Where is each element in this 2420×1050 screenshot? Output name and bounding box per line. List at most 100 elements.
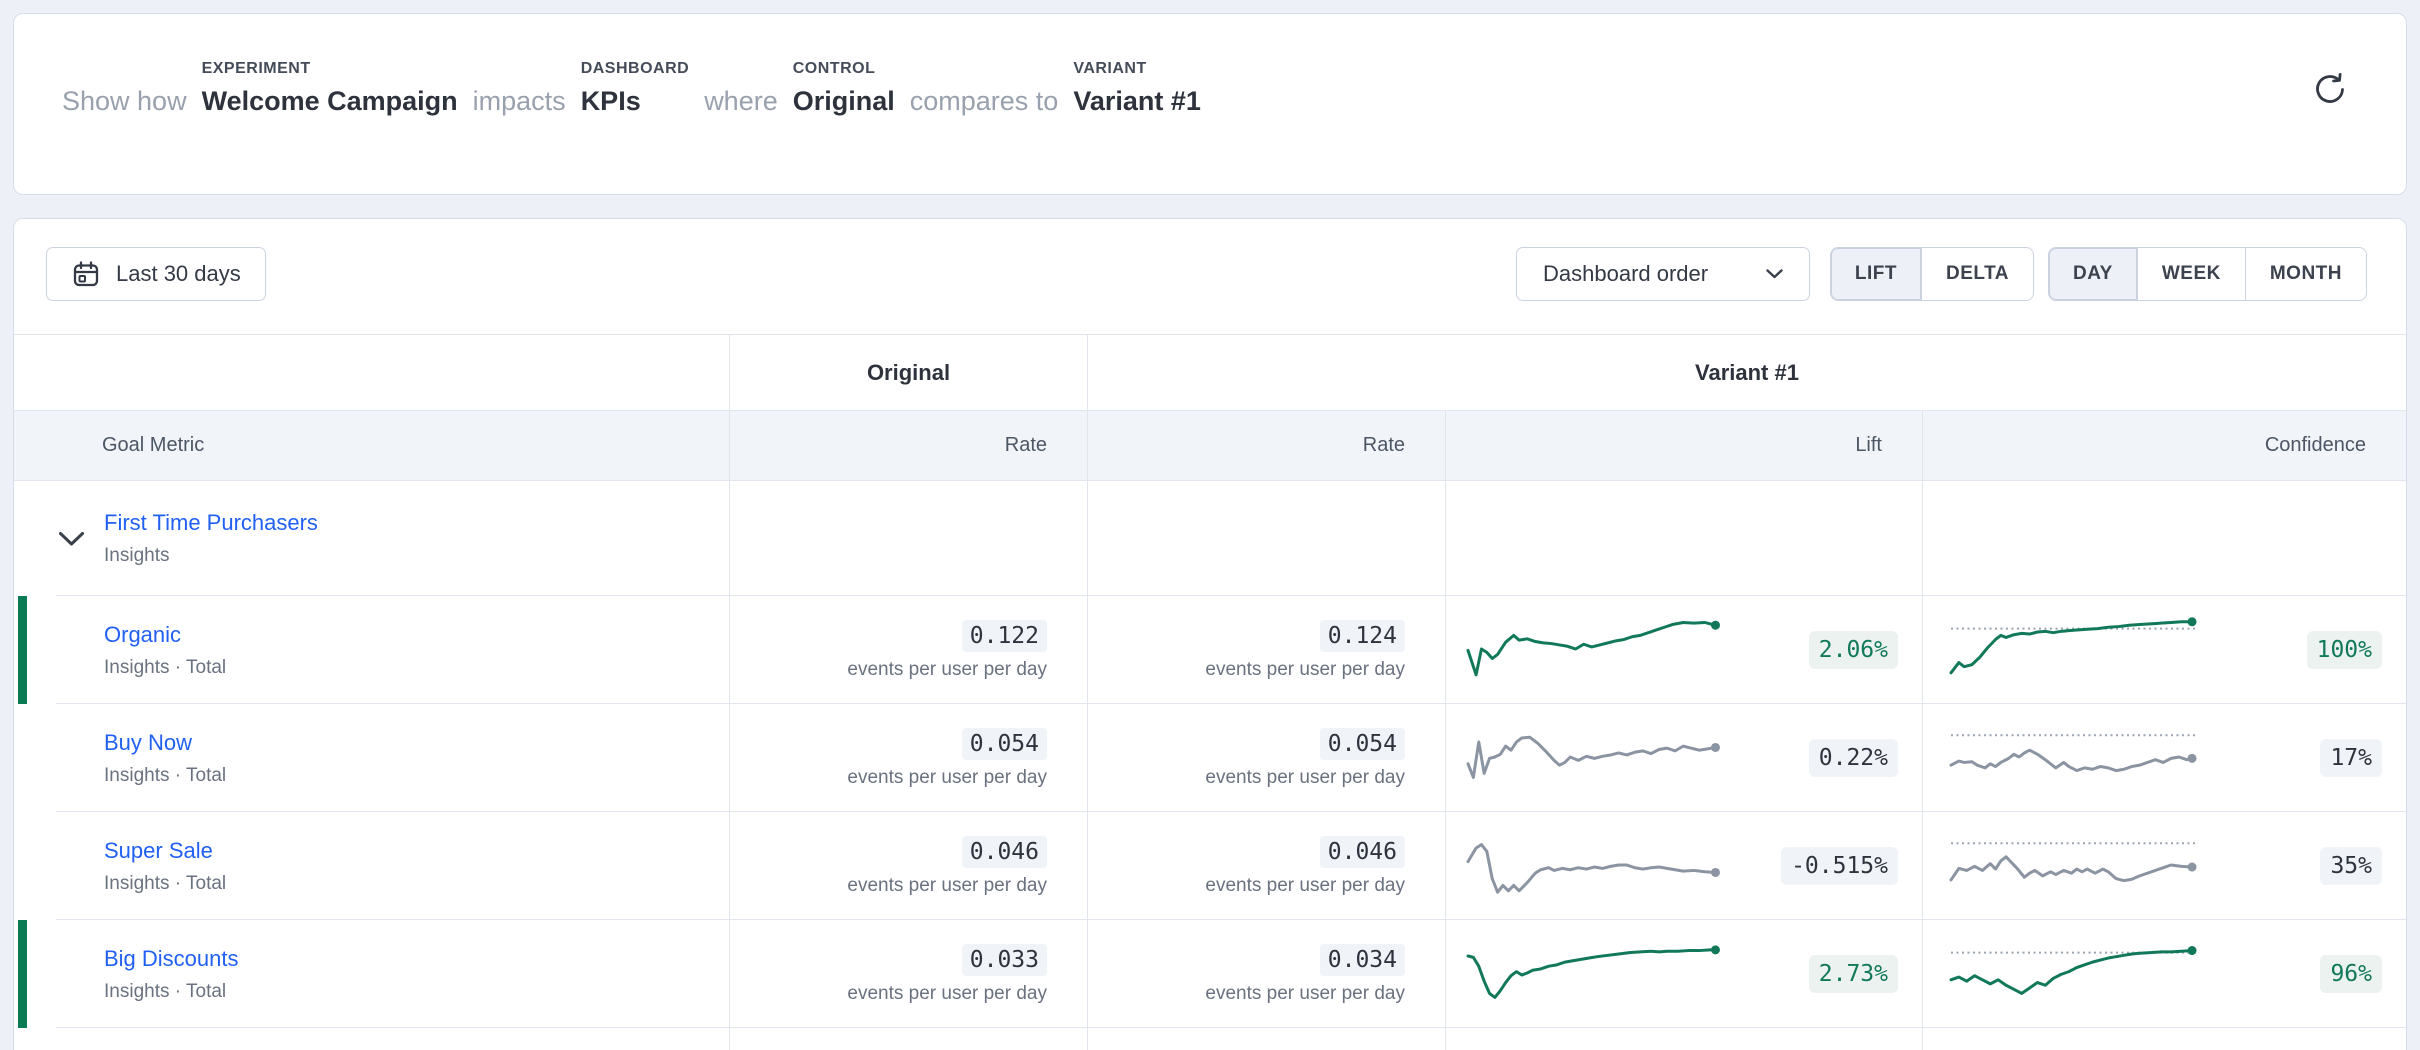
date-range-button[interactable]: Last 30 days — [46, 247, 266, 301]
confidence-sparkline — [1945, 607, 2223, 693]
control-rate-unit: events per user per day — [847, 875, 1047, 897]
variant-selector[interactable]: VARIANT Variant #1 — [1073, 60, 1201, 115]
lift-value: 0.22% — [1809, 739, 1898, 777]
control-rate-cell: 0.033 events per user per day — [729, 920, 1087, 1028]
metric-link[interactable]: Organic — [104, 622, 181, 648]
experiment-sentence: Show how EXPERIMENT Welcome Campaign imp… — [62, 60, 1201, 115]
column-variant-rate: Rate — [1087, 411, 1445, 480]
variant-header-row: Original Variant #1 — [14, 334, 2406, 411]
lift-sparkline — [1462, 823, 1747, 909]
variant-rate-cell: 0.034 events per user per day — [1087, 920, 1445, 1028]
column-confidence: Confidence — [1922, 411, 2406, 480]
empty-header-cell — [14, 335, 729, 410]
lift-value: 2.06% — [1809, 631, 1898, 669]
experiment-header-card: Show how EXPERIMENT Welcome Campaign imp… — [13, 13, 2407, 195]
column-lift: Lift — [1445, 411, 1922, 480]
confidence-cell: 17% — [1922, 704, 2406, 812]
experiment-value[interactable]: Welcome Campaign — [202, 87, 458, 115]
control-rate-value: 0.046 — [962, 836, 1047, 868]
confidence-value: 35% — [2320, 847, 2382, 885]
control-selector[interactable]: CONTROL Original — [793, 60, 895, 115]
refresh-icon — [2312, 71, 2348, 107]
metric-cell: Organic Insights · Total — [14, 596, 729, 704]
metric-cell: Big Discounts Insights · Total — [14, 920, 729, 1028]
metric-subtitle: Insights · Total — [104, 657, 729, 679]
variant-rate-cell: 0.054 events per user per day — [1087, 704, 1445, 812]
metric-link[interactable]: Super Sale — [104, 838, 213, 864]
variant-rate-unit: events per user per day — [1205, 875, 1405, 897]
sentence-impacts: impacts — [473, 87, 566, 115]
control-value[interactable]: Original — [793, 87, 895, 115]
toggle-option-month[interactable]: MONTH — [2245, 248, 2366, 300]
lift-cell: -0.515% — [1445, 812, 1922, 920]
confidence-sparkline — [1945, 931, 2223, 1017]
lift-cell: 2.73% — [1445, 920, 1922, 1028]
experiment-label: EXPERIMENT — [202, 60, 458, 78]
group-metric-subtitle: Insights — [104, 545, 729, 567]
column-control-rate: Rate — [729, 411, 1087, 480]
control-rate-cell: 0.054 events per user per day — [729, 704, 1087, 812]
table-row: Super Sale Insights · Total 0.046 events… — [14, 812, 2406, 920]
lift-sparkline — [1462, 931, 1747, 1017]
confidence-value: 100% — [2307, 631, 2382, 669]
sentence-intro: Show how — [62, 87, 187, 115]
control-header: Original — [729, 335, 1087, 410]
variant-rate-unit: events per user per day — [1205, 659, 1405, 681]
variant-rate-cell: 0.046 events per user per day — [1087, 812, 1445, 920]
sentence-compares: compares to — [910, 87, 1059, 115]
dashboard-value[interactable]: KPIs — [581, 87, 690, 115]
variant-rate-cell: 0.124 events per user per day — [1087, 596, 1445, 704]
variant-value[interactable]: Variant #1 — [1073, 87, 1201, 115]
variant-rate-unit: events per user per day — [1205, 983, 1405, 1005]
confidence-cell: 96% — [1922, 920, 2406, 1028]
dashboard-selector[interactable]: DASHBOARD KPIs — [581, 60, 690, 115]
group-metric-cell: First Time Purchasers Insights — [14, 481, 729, 596]
variant-label: VARIANT — [1073, 60, 1201, 78]
control-rate-cell: 0.046 events per user per day — [729, 812, 1087, 920]
control-label: CONTROL — [793, 60, 895, 78]
refresh-button[interactable] — [2312, 70, 2350, 108]
chevron-down-icon — [58, 531, 85, 547]
variant-rate-value: 0.054 — [1320, 728, 1405, 760]
table-row: Organic Insights · Total 0.122 events pe… — [14, 596, 2406, 704]
table-row-partial — [14, 1028, 2406, 1050]
lift-value: -0.515% — [1781, 847, 1898, 885]
calendar-icon — [71, 259, 101, 289]
toggle-option-lift[interactable]: LIFT — [1831, 248, 1921, 300]
table-row: Buy Now Insights · Total 0.054 events pe… — [14, 704, 2406, 812]
lift-sparkline — [1462, 715, 1747, 801]
toggle-option-day[interactable]: DAY — [2049, 248, 2137, 300]
significance-indicator — [18, 596, 27, 704]
group-metric-link[interactable]: First Time Purchasers — [104, 510, 318, 536]
sentence-where: where — [704, 87, 778, 115]
metric-subtitle: Insights · Total — [104, 873, 729, 895]
experiment-selector[interactable]: EXPERIMENT Welcome Campaign — [202, 60, 458, 115]
lift-sparkline — [1462, 607, 1747, 693]
lift-cell: 0.22% — [1445, 704, 1922, 812]
confidence-value: 96% — [2320, 955, 2382, 993]
dashboard-label: DASHBOARD — [581, 60, 690, 78]
results-table: Original Variant #1 Goal Metric Rate Rat… — [14, 334, 2406, 1050]
metric-group-row: First Time Purchasers Insights — [14, 481, 2406, 596]
variant-rate-value: 0.046 — [1320, 836, 1405, 868]
metric-cell: Buy Now Insights · Total — [14, 704, 729, 812]
control-rate-value: 0.122 — [962, 620, 1047, 652]
variant-rate-value: 0.034 — [1320, 944, 1405, 976]
lift-delta-toggle: LIFT DELTA — [1830, 247, 2034, 301]
column-header-row: Goal Metric Rate Rate Lift Confidence — [14, 411, 2406, 481]
dashboard-order-label: Dashboard order — [1543, 261, 1708, 287]
variant-rate-value: 0.124 — [1320, 620, 1405, 652]
lift-value: 2.73% — [1809, 955, 1898, 993]
metric-link[interactable]: Buy Now — [104, 730, 192, 756]
metric-link[interactable]: Big Discounts — [104, 946, 239, 972]
confidence-cell: 100% — [1922, 596, 2406, 704]
toggle-option-delta[interactable]: DELTA — [1921, 248, 2033, 300]
control-rate-cell: 0.122 events per user per day — [729, 596, 1087, 704]
toggle-option-week[interactable]: WEEK — [2137, 248, 2245, 300]
table-row: Big Discounts Insights · Total 0.033 eve… — [14, 920, 2406, 1028]
metric-cell: Super Sale Insights · Total — [14, 812, 729, 920]
collapse-group-button[interactable] — [58, 531, 85, 547]
dashboard-order-dropdown[interactable]: Dashboard order — [1516, 247, 1810, 301]
significance-indicator — [18, 920, 27, 1028]
confidence-value: 17% — [2320, 739, 2382, 777]
